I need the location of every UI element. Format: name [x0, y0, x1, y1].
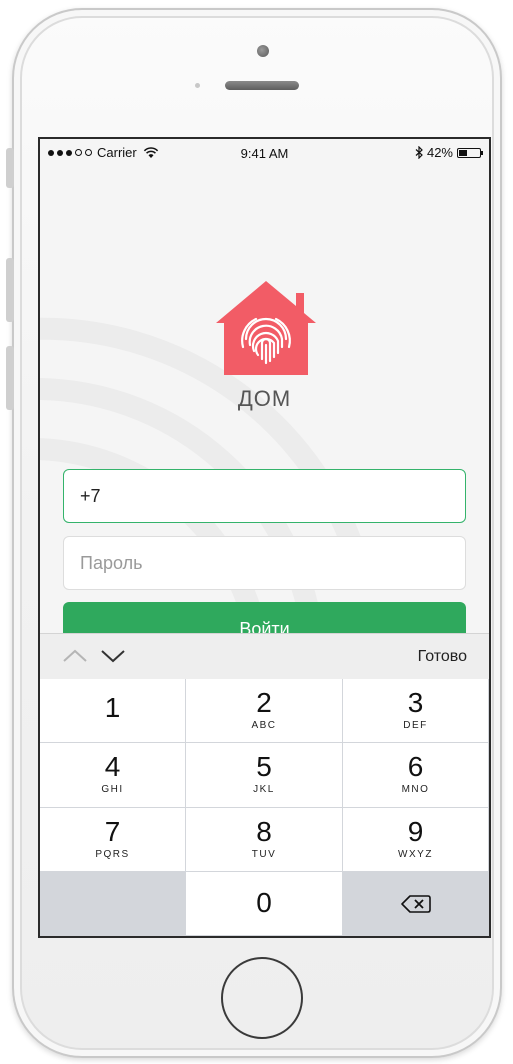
- phone-input[interactable]: [63, 469, 466, 523]
- key-1[interactable]: 1: [40, 679, 186, 744]
- key-digit: 4: [104, 751, 121, 783]
- delete-key[interactable]: [343, 871, 489, 936]
- key-letters: TUV: [251, 848, 277, 860]
- key-digit: 7: [104, 815, 121, 847]
- key-7[interactable]: 7 PQRS: [40, 807, 186, 872]
- status-bar: Carrier 9:41 AM 42%: [40, 139, 489, 167]
- phone-screen: Carrier 9:41 AM 42% ДОМ +7 Войти Готово …: [38, 137, 491, 938]
- key-digit: 6: [407, 751, 424, 783]
- key-letters: WXYZ: [398, 848, 433, 860]
- battery-percent: 42%: [426, 145, 453, 160]
- home-button[interactable]: [221, 957, 303, 1039]
- key-9[interactable]: 9 WXYZ: [343, 807, 489, 872]
- password-input[interactable]: [63, 536, 466, 590]
- key-digit: 8: [256, 815, 272, 847]
- key-0[interactable]: 0: [186, 871, 343, 936]
- battery-fill: [459, 149, 467, 156]
- key-letters: ABC: [251, 720, 277, 731]
- key-letters: PQRS: [95, 848, 130, 860]
- key-digit: 1: [104, 692, 121, 723]
- key-digit: 0: [256, 886, 272, 918]
- battery-icon: [457, 147, 483, 158]
- done-button[interactable]: Готово: [418, 648, 467, 666]
- key-4[interactable]: 4 GHI: [40, 743, 186, 808]
- volume-up-button: [6, 258, 14, 322]
- key-digit: 5: [256, 751, 272, 783]
- key-blank: [40, 871, 186, 936]
- keyboard-accessory-bar: Готово: [40, 633, 489, 679]
- earpiece-speaker: [225, 81, 299, 90]
- key-digit: 9: [407, 815, 424, 847]
- key-digit: 2: [256, 687, 272, 718]
- volume-down-button: [6, 346, 14, 410]
- mute-switch: [6, 148, 14, 188]
- chevron-up-icon[interactable]: [62, 646, 88, 666]
- proximity-sensor: [195, 83, 200, 88]
- backspace-icon: [401, 894, 431, 913]
- key-2[interactable]: 2 ABC: [186, 679, 343, 744]
- key-letters: MNO: [401, 784, 430, 796]
- front-camera: [257, 45, 269, 57]
- key-8[interactable]: 8 TUV: [186, 807, 343, 872]
- key-digit: 3: [407, 687, 424, 718]
- house-fingerprint-icon: [216, 281, 316, 375]
- key-letters: DEF: [403, 720, 428, 731]
- key-6[interactable]: 6 MNO: [343, 743, 489, 808]
- key-3[interactable]: 3 DEF: [343, 679, 489, 744]
- key-letters: GHI: [101, 784, 124, 796]
- numeric-keypad: 1 2 ABC 3 DEF 4 GHI 5 JKL 6 MNO 7 PQRS 8…: [40, 679, 489, 936]
- chevron-down-icon[interactable]: [100, 646, 126, 666]
- key-5[interactable]: 5 JKL: [186, 743, 343, 808]
- bluetooth-icon: [415, 146, 423, 159]
- battery-status: 42%: [415, 145, 483, 160]
- brand-name: ДОМ: [237, 386, 292, 411]
- key-letters: JKL: [253, 784, 275, 796]
